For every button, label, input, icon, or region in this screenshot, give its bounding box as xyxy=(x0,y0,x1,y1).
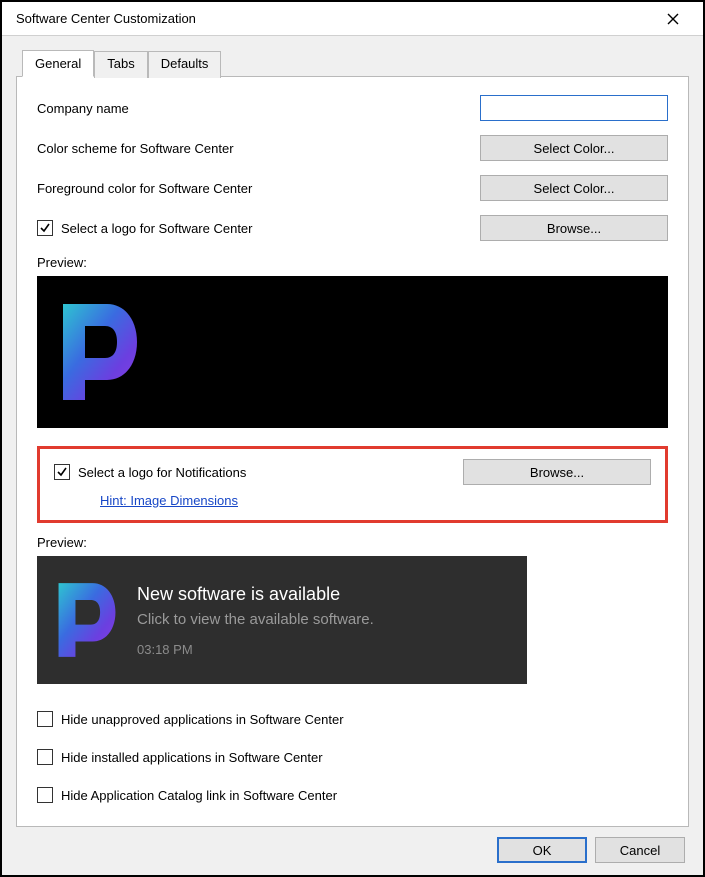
row-company-name: Company name xyxy=(37,95,668,121)
browse-logo-sc-button[interactable]: Browse... xyxy=(480,215,668,241)
logo-sc-label: Select a logo for Software Center xyxy=(61,221,253,236)
titlebar: Software Center Customization xyxy=(2,2,703,36)
ok-button[interactable]: OK xyxy=(497,837,587,863)
company-name-label: Company name xyxy=(37,101,129,116)
row-hide-appcatalog: Hide Application Catalog link in Softwar… xyxy=(37,782,668,808)
hint-image-dimensions-link[interactable]: Hint: Image Dimensions xyxy=(100,493,238,508)
row-color-scheme: Color scheme for Software Center Select … xyxy=(37,135,668,161)
brand-logo-icon xyxy=(61,302,139,402)
row-fg-color: Foreground color for Software Center Sel… xyxy=(37,175,668,201)
bottom-checkboxes: Hide unapproved applications in Software… xyxy=(37,706,668,808)
brand-logo-icon xyxy=(57,581,117,659)
dialog-button-bar: OK Cancel xyxy=(16,827,689,875)
check-icon xyxy=(56,466,68,478)
hide-appcatalog-label: Hide Application Catalog link in Softwar… xyxy=(61,788,337,803)
tab-defaults[interactable]: Defaults xyxy=(148,51,222,78)
check-icon xyxy=(39,222,51,234)
window-title: Software Center Customization xyxy=(16,11,196,26)
dialog-body: General Tabs Defaults Company name Color… xyxy=(2,36,703,875)
notification-time: 03:18 PM xyxy=(137,642,374,657)
notification-text-block: New software is available Click to view … xyxy=(137,584,374,657)
cancel-button[interactable]: Cancel xyxy=(595,837,685,863)
close-button[interactable] xyxy=(653,5,693,33)
notification-title: New software is available xyxy=(137,584,374,605)
preview2-label: Preview: xyxy=(37,535,668,550)
logo-sc-checkbox[interactable] xyxy=(37,220,53,236)
tab-general[interactable]: General xyxy=(22,50,94,77)
hide-unapproved-label: Hide unapproved applications in Software… xyxy=(61,712,344,727)
row-logo-sc: Select a logo for Software Center Browse… xyxy=(37,215,668,241)
fg-color-label: Foreground color for Software Center xyxy=(37,181,252,196)
highlight-box-notifications: Select a logo for Notifications Browse..… xyxy=(37,446,668,523)
hide-installed-checkbox[interactable] xyxy=(37,749,53,765)
hide-appcatalog-checkbox[interactable] xyxy=(37,787,53,803)
close-icon xyxy=(667,13,679,25)
tab-panel-general: Company name Color scheme for Software C… xyxy=(16,76,689,827)
color-scheme-label: Color scheme for Software Center xyxy=(37,141,234,156)
hide-unapproved-checkbox[interactable] xyxy=(37,711,53,727)
preview1-label: Preview: xyxy=(37,255,668,270)
select-fg-color-button[interactable]: Select Color... xyxy=(480,175,668,201)
select-color-scheme-button[interactable]: Select Color... xyxy=(480,135,668,161)
row-hide-unapproved: Hide unapproved applications in Software… xyxy=(37,706,668,732)
logo-notif-label: Select a logo for Notifications xyxy=(78,465,246,480)
preview-software-center xyxy=(37,276,668,428)
hide-installed-label: Hide installed applications in Software … xyxy=(61,750,323,765)
browse-logo-notif-button[interactable]: Browse... xyxy=(463,459,651,485)
preview-notification: New software is available Click to view … xyxy=(37,556,527,684)
tab-tabs[interactable]: Tabs xyxy=(94,51,147,78)
logo-notif-checkbox[interactable] xyxy=(54,464,70,480)
company-name-input[interactable] xyxy=(480,95,668,121)
row-logo-notif: Select a logo for Notifications Browse..… xyxy=(54,459,651,485)
row-hide-installed: Hide installed applications in Software … xyxy=(37,744,668,770)
tabs: General Tabs Defaults xyxy=(16,50,689,77)
notification-subtitle: Click to view the available software. xyxy=(137,611,374,628)
